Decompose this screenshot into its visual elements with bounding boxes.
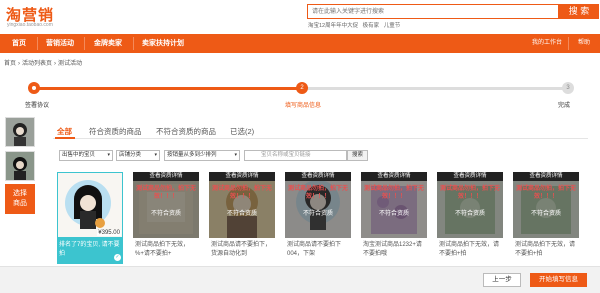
nav-item-home[interactable]: 首页 (12, 34, 26, 53)
overlay-status: 不符合资质 (302, 211, 333, 217)
chevron-down-icon: ▾ (154, 152, 157, 158)
hot-word[interactable]: 淘宝12周年年中大促 (308, 23, 358, 29)
product-price: ¥395.00 (97, 230, 121, 236)
breadcrumb-activity-list[interactable]: 活动列表页 (22, 61, 52, 67)
product-title: 测试商品拍下无效，请不要拍+拍 (515, 242, 576, 257)
overlay-warning: 测试商品勿拍，拍下无效！！！ (515, 186, 576, 200)
nav-divider (568, 37, 569, 50)
nav-divider (84, 37, 85, 50)
breadcrumb-current: 测试活动 (58, 61, 83, 67)
product-title: 测试商品拍下无效，请不要拍+拍 (439, 242, 500, 257)
overlay-warning: 测试商品勿拍，拍下无效！！！ (287, 186, 348, 200)
qualification-detail-link[interactable]: 查看资质详情 (285, 172, 351, 181)
overlay-status: 不符合资质 (150, 211, 181, 217)
product-title: 测试商品请不要拍下，货源自动化到 (211, 242, 272, 257)
product-card[interactable]: 查看资质详情 测试商品勿拍，拍下无效！！！ 不符合资质 测试商品请不要拍下，货源… (209, 172, 275, 264)
site-logo-url: yingxiao.taobao.com (7, 22, 53, 28)
selected-thumb[interactable] (5, 151, 35, 181)
unqualified-overlay: 查看资质详情 测试商品勿拍，拍下无效！！！ 不符合资质 (133, 172, 199, 238)
nav-item-help[interactable]: 帮助 (578, 34, 590, 53)
search-input[interactable] (308, 5, 558, 18)
selected-thumb[interactable] (5, 117, 35, 147)
hot-words: 淘宝12周年年中大促 极有家 儿童节 (308, 21, 403, 29)
unqualified-overlay: 查看资质详情 测试商品勿拍，拍下无效！！！ 不符合资质 (437, 172, 503, 238)
nav-item-support-plan[interactable]: 卖家扶持计划 (142, 34, 184, 53)
filter-search-button[interactable]: 搜索 (347, 150, 368, 161)
overlay-status: 不符合资质 (454, 211, 485, 217)
tab-qualified[interactable]: 符合资质的商品 (89, 126, 142, 137)
nav-divider (37, 37, 38, 50)
step-1-label: 签署协议 (25, 103, 50, 109)
search-box (307, 4, 559, 19)
product-card[interactable]: 查看资质详情 测试商品勿拍，拍下无效！！！ 不符合资质 测试商品拍下无效，请不要… (513, 172, 579, 264)
step-3-label: 完成 (558, 103, 571, 109)
qualification-detail-link[interactable]: 查看资质详情 (513, 172, 579, 181)
product-card[interactable]: 查看资质详情 测试商品勿拍，拍下无效！！！ 不符合资质 测试商品拍下无效，%+请… (133, 172, 199, 264)
status-select[interactable]: 出售中的宝贝 ▾ (59, 150, 113, 161)
tab-all[interactable]: 全部 (57, 126, 72, 137)
tab-divider (53, 138, 588, 139)
overlay-status: 不符合资质 (530, 211, 561, 217)
product-title: 排名了7的宝贝, 请不要拍 (59, 242, 120, 257)
breadcrumb: 首页 › 活动列表页 › 测试活动 (4, 61, 83, 67)
chevron-down-icon: ▾ (107, 152, 110, 158)
nav-item-gold-seller[interactable]: 金牌卖家 (94, 34, 122, 53)
step-2-marker: 2 (296, 82, 308, 94)
qualification-detail-link[interactable]: 查看资质详情 (209, 172, 275, 181)
product-image (57, 172, 123, 238)
category-select[interactable]: 店铺分类 ▾ (116, 150, 160, 161)
active-tab-underline (55, 137, 75, 139)
product-card[interactable]: 查看资质详情 测试商品勿拍，拍下无效！！！ 不符合资质 测试商品拍下无效，请不要… (437, 172, 503, 264)
overlay-warning: 测试商品勿拍，拍下无效！！！ (135, 186, 196, 200)
check-icon: ✓ (114, 254, 121, 261)
progress-bar-done (34, 87, 302, 90)
product-title: 淘宝测试商品1232+请不要拍哦 (363, 242, 422, 257)
select-products-button[interactable]: 选择商品 (5, 184, 35, 214)
nav-divider (133, 37, 134, 50)
product-title: 测试商品请不要拍下004，下架 (287, 242, 342, 257)
unqualified-overlay: 查看资质详情 测试商品勿拍，拍下无效！！！ 不符合资质 (209, 172, 275, 238)
unqualified-overlay: 查看资质详情 测试商品勿拍，拍下无效！！！ 不符合资质 (285, 172, 351, 238)
unqualified-overlay: 查看资质详情 测试商品勿拍，拍下无效！！！ 不符合资质 (361, 172, 427, 238)
step-1-marker (28, 82, 40, 94)
overlay-warning: 测试商品勿拍，拍下无效！！！ (363, 186, 424, 200)
start-fill-info-button[interactable]: 开始填写信息 (530, 273, 587, 287)
step-2-label: 填写商品信息 (285, 103, 322, 109)
tab-selected[interactable]: 已选(2) (230, 126, 254, 137)
tab-unqualified[interactable]: 不符合资质的商品 (156, 126, 216, 137)
overlay-status: 不符合资质 (378, 211, 409, 217)
hot-word[interactable]: 极有家 (363, 23, 380, 29)
nav-item-workbench[interactable]: 我的工作台 (532, 34, 562, 53)
sort-select[interactable]: 按销量从多到少排列 ▾ (164, 150, 240, 161)
keyword-input[interactable]: 宝贝名称或宝贝链接 (244, 150, 347, 161)
qualification-detail-link[interactable]: 查看资质详情 (133, 172, 199, 181)
qualification-detail-link[interactable]: 查看资质详情 (437, 172, 503, 181)
progress-bar-pending (302, 87, 568, 90)
product-title: 测试商品拍下无效，%+请不要拍+ (135, 242, 190, 257)
chevron-down-icon: ▾ (234, 152, 237, 158)
step-3-marker: 3 (562, 82, 574, 94)
previous-step-button[interactable]: 上一步 (483, 273, 521, 287)
unqualified-overlay: 查看资质详情 测试商品勿拍，拍下无效！！！ 不符合资质 (513, 172, 579, 238)
product-card[interactable]: 查看资质详情 测试商品勿拍，拍下无效！！！ 不符合资质 淘宝测试商品1232+请… (361, 172, 427, 264)
overlay-warning: 测试商品勿拍，拍下无效！！！ (439, 186, 500, 200)
product-card[interactable]: 查看资质详情 测试商品勿拍，拍下无效！！！ 不符合资质 测试商品请不要拍下004… (285, 172, 351, 264)
search-button[interactable]: 搜 索 (559, 4, 599, 19)
main-nav: 首页 营销活动 金牌卖家 卖家扶持计划 我的工作台 帮助 (0, 34, 600, 53)
breadcrumb-home[interactable]: 首页 (4, 61, 16, 67)
progress-steps: 2 3 签署协议 填写商品信息 完成 (0, 78, 600, 112)
nav-item-campaigns[interactable]: 营销活动 (46, 34, 74, 53)
overlay-warning: 测试商品勿拍，拍下无效！！！ (211, 186, 272, 200)
overlay-status: 不符合资质 (226, 211, 257, 217)
qualification-detail-link[interactable]: 查看资质详情 (361, 172, 427, 181)
product-card[interactable]: ¥395.00 排名了7的宝贝, 请不要拍 ✓ (57, 172, 123, 264)
header: 淘营销 yingxiao.taobao.com 搜 索 淘宝12周年年中大促 极… (0, 0, 600, 34)
hot-word[interactable]: 儿童节 (384, 23, 401, 29)
